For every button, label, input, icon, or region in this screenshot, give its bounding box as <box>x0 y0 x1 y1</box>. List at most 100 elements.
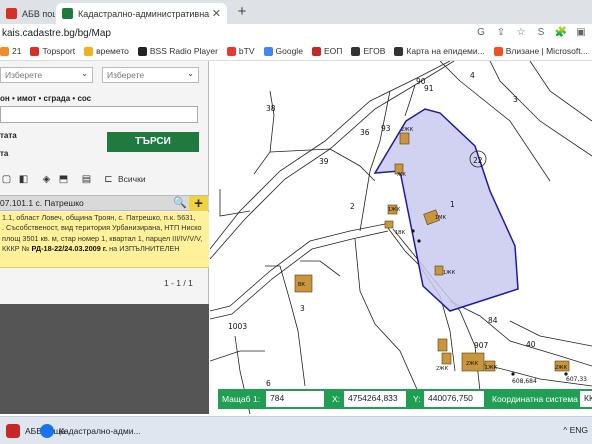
survey-point-icon <box>564 372 568 376</box>
map-canvas[interactable]: 38 90 91 4 3 93 36 22 39 1 2 3 84 1003 9… <box>210 61 592 414</box>
option-label: тата <box>0 131 17 140</box>
parcel-boundary <box>489 61 592 157</box>
parcel-boundary <box>269 148 331 153</box>
abv-app-icon <box>6 424 20 438</box>
google-icon <box>263 46 273 56</box>
new-tab-button[interactable]: + <box>233 3 251 21</box>
extensions-icon[interactable]: 🧩 <box>554 25 568 39</box>
option-label: та <box>0 149 9 158</box>
share-icon[interactable]: ⇪ <box>494 25 508 39</box>
building-filter-icon[interactable]: ◧ <box>17 173 30 186</box>
stack-icon[interactable]: ⬒ <box>57 173 70 186</box>
result-item[interactable]: 1.1, област Ловеч, община Троян, с. Патр… <box>0 212 209 268</box>
building-label: 1ЖК <box>443 270 456 276</box>
result-line: площ 3501 кв. м, стар номер 1, квартал 1… <box>2 233 203 243</box>
building-label: 1ЖК <box>388 207 401 213</box>
browser-tab-active[interactable]: Кадастрално-административна ✕ <box>56 3 227 24</box>
scale-label: Мащаб <box>222 394 251 404</box>
parcel-boundary <box>509 320 592 347</box>
building-shape[interactable] <box>399 132 410 145</box>
browser-tab[interactable]: АБВ поща <box>0 3 55 24</box>
parcel-number-label: 907 <box>474 341 489 350</box>
x-label: X: <box>332 394 341 404</box>
survey-point-icon <box>417 239 421 243</box>
close-tab-icon[interactable]: ✕ <box>212 7 221 20</box>
crs-select[interactable]: КК <box>580 391 592 407</box>
parcel-number-label: 40 <box>526 340 536 349</box>
result-header-bar: 07.101.1 с. Патрешко 🔍 + <box>0 195 209 211</box>
bookmark-item[interactable]: Влизане | Microsoft... <box>493 46 588 56</box>
building-shape[interactable] <box>441 352 452 365</box>
y-label: Y: <box>413 394 421 404</box>
building-label: 2ЖК <box>401 127 414 133</box>
parcel-number-label: 84 <box>488 316 498 325</box>
parcel-boundary <box>354 238 421 397</box>
bookmark-item[interactable]: времето <box>84 46 129 56</box>
coat-of-arms-icon <box>394 46 404 56</box>
chevron-down-icon: ⌄ <box>81 69 88 78</box>
layers-icon[interactable]: ◈ <box>40 173 53 186</box>
parcel-filter-icon[interactable]: ▢ <box>0 173 13 186</box>
region-select[interactable]: Изберете ⌄ <box>0 67 93 83</box>
bookmark-item[interactable]: ЕОП <box>311 46 342 56</box>
bookmark-item[interactable]: Карта на епидеми... <box>394 46 485 56</box>
bookmarks-bar: 21 Topsport времето BSS Radio Player bTV… <box>0 42 592 61</box>
bookmark-star-icon[interactable]: ☆ <box>514 25 528 39</box>
result-line: . Съсобственост, вид територия Урбанизир… <box>2 223 202 233</box>
parcel-number-label: 1003 <box>228 322 247 331</box>
parcel-number-label: 3 <box>513 95 518 104</box>
map-status-bar: Мащаб 1: 784 X: 4754264,833 Y: 440076,75… <box>218 389 592 409</box>
microsoft-icon <box>493 46 503 56</box>
cadastral-map[interactable]: 38 90 91 4 3 93 36 22 39 1 2 3 84 1003 9… <box>210 61 592 414</box>
parcel-number-label: 93 <box>381 124 391 133</box>
address-bar: kais.cadastre.bg/bg/Map G ⇪ ☆ S 🧩 ▣ <box>0 24 592 42</box>
bookmark-item[interactable]: bTV <box>226 46 255 56</box>
zoom-to-result-icon[interactable]: 🔍 <box>173 196 187 210</box>
parcel-number-label: 38 <box>266 104 276 113</box>
bookmark-icon <box>0 46 9 56</box>
scale-ratio: 1: <box>253 394 261 404</box>
bookmark-item[interactable]: BSS Radio Player <box>137 46 218 56</box>
road-line <box>210 223 386 312</box>
bookmark-item[interactable]: 21 <box>0 46 21 56</box>
region-filter-icon[interactable]: ▤ <box>80 173 93 186</box>
building-label: ВК <box>298 282 305 288</box>
search-button[interactable]: ТЪРСИ <box>107 132 199 152</box>
bookmark-item[interactable]: Google <box>263 46 303 56</box>
bookmark-icon <box>226 46 236 56</box>
bookmark-item[interactable]: ЕГОВ <box>351 46 385 56</box>
cadastre-favicon-icon <box>62 8 73 19</box>
bookmark-icon <box>311 46 321 56</box>
side-panel-icon[interactable]: ▣ <box>574 25 588 39</box>
parcel-number-label: 2 <box>350 202 355 211</box>
all-filter-label[interactable]: Всички <box>118 174 146 184</box>
scale-input[interactable]: 784 <box>266 391 324 407</box>
add-result-button[interactable]: + <box>189 196 208 211</box>
building-label: ЖК <box>397 172 406 178</box>
url-field[interactable]: kais.cadastre.bg/bg/Map <box>2 28 111 39</box>
bookmark-icon <box>137 46 147 56</box>
building-shape[interactable] <box>434 265 444 276</box>
search-panel: Изберете ⌄ Изберете ⌄ он • имот • сграда •… <box>0 61 209 414</box>
search-hint: он • имот • сграда • сос <box>0 94 92 103</box>
crs-label: Координатна система <box>492 394 578 404</box>
municipality-select[interactable]: Изберете ⌄ <box>102 67 199 83</box>
system-tray[interactable]: ^ ENG <box>563 425 588 435</box>
google-lens-icon[interactable]: G <box>474 25 488 39</box>
building-shape[interactable] <box>437 338 448 352</box>
parcel-number-label: 91 <box>424 84 434 93</box>
bookmark-item[interactable]: Topsport <box>30 46 75 56</box>
boundary-filter-icon[interactable]: ⊏ <box>102 173 115 186</box>
taskbar: АБВ поща Кадастрално-адми... ^ ENG <box>0 416 592 444</box>
search-input[interactable] <box>0 106 198 123</box>
x-coordinate: 4754264,833 <box>344 391 406 407</box>
building-label: 2ЖК <box>436 366 449 372</box>
parcel-number-label: 3 <box>300 304 305 313</box>
taskbar-item-active[interactable]: Кадастрално-адми... <box>40 421 141 441</box>
building-label: 1ВК <box>395 230 406 236</box>
parcel-boundary <box>219 189 251 217</box>
parcel-number-label: 4 <box>470 71 475 80</box>
building-shape[interactable] <box>384 220 394 229</box>
panel-empty-area <box>0 304 209 414</box>
extension-s-icon[interactable]: S <box>534 25 548 39</box>
